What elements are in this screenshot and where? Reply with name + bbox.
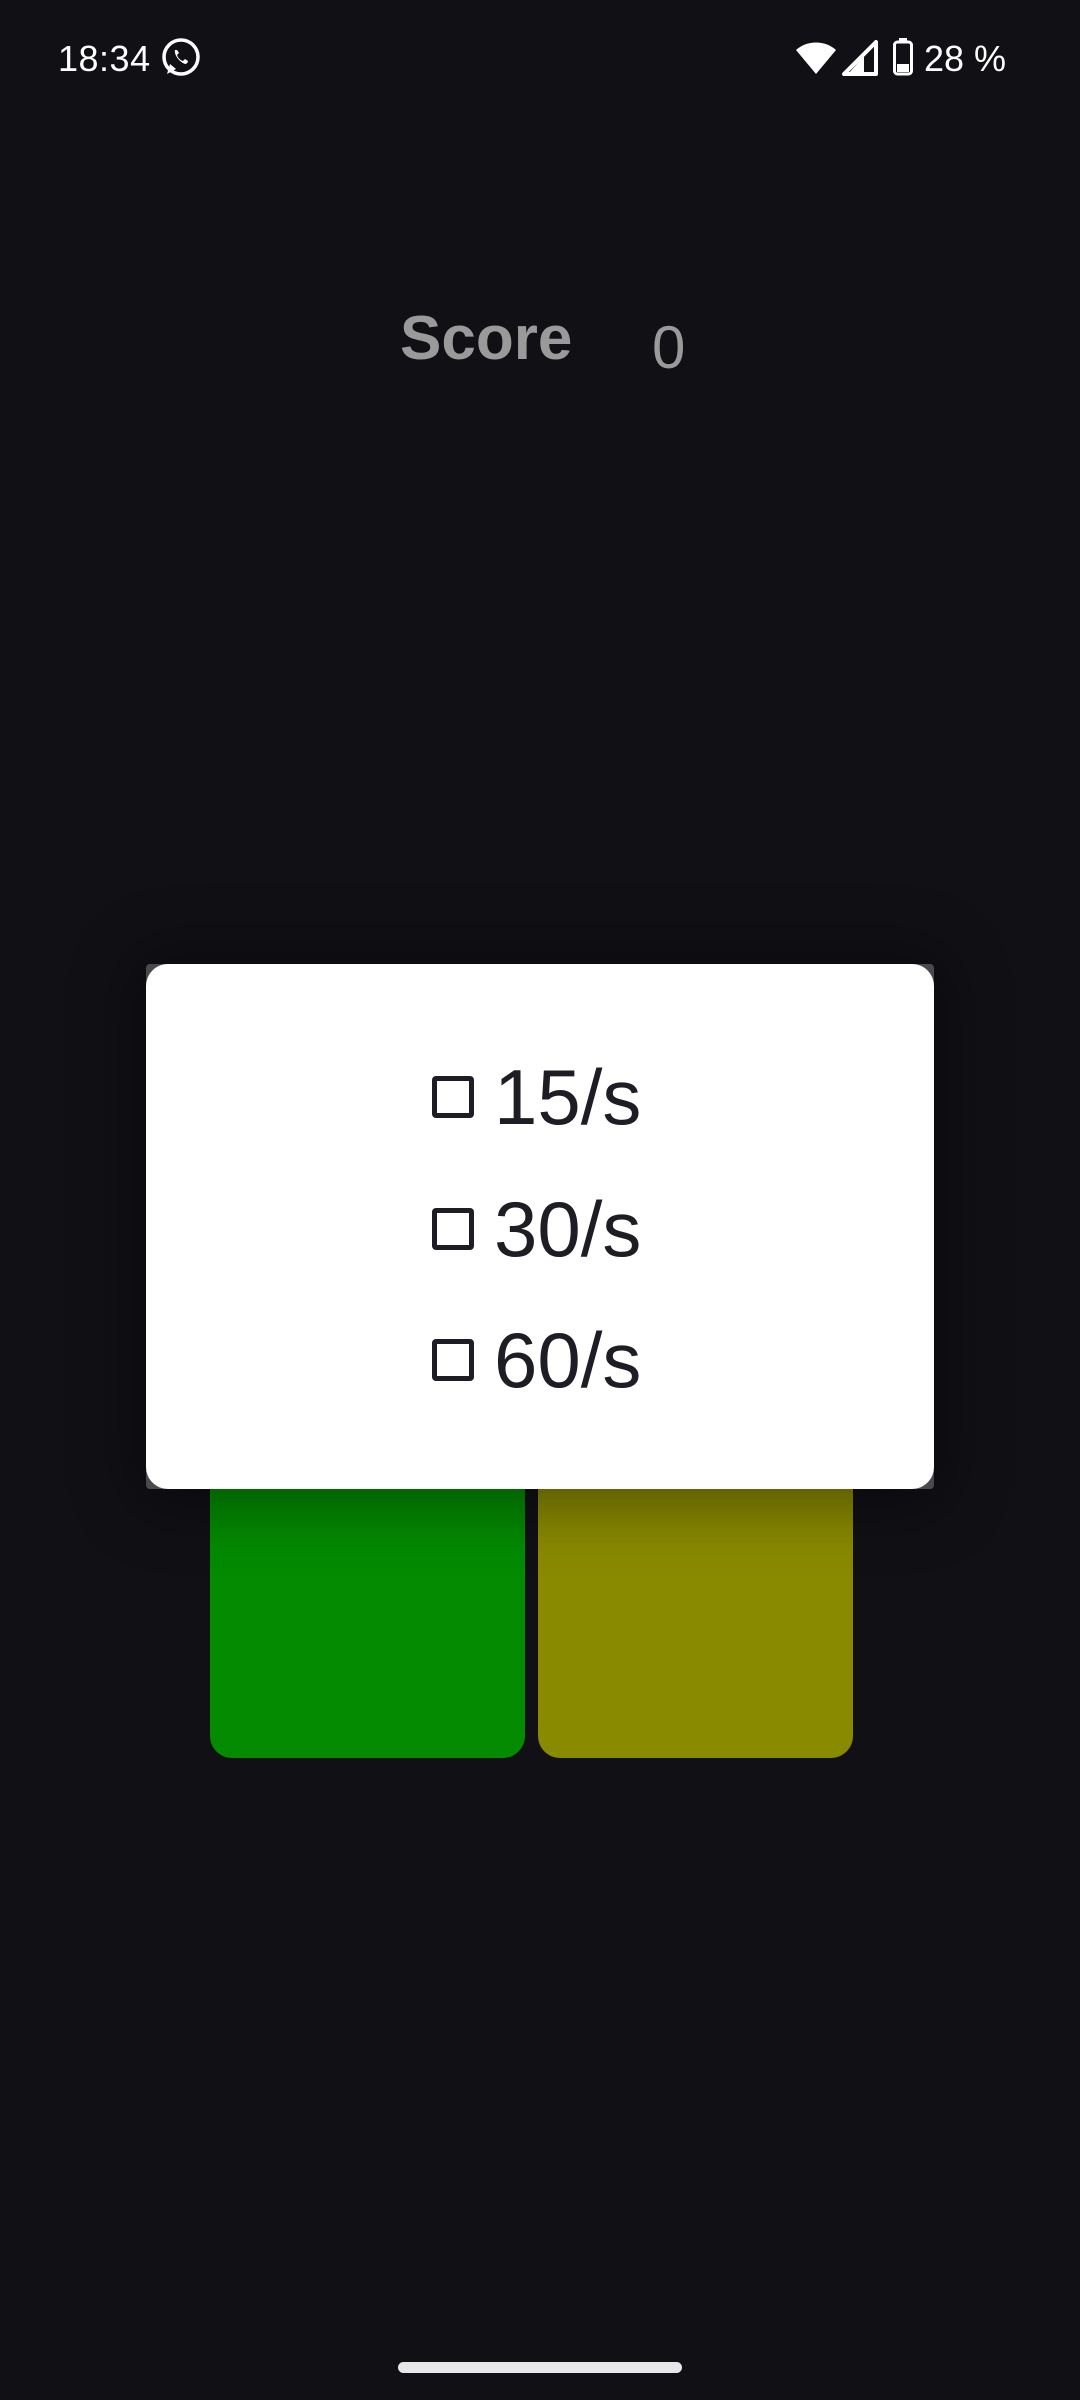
option-60-per-second[interactable]: 60/s — [432, 1310, 641, 1410]
option-label: 30/s — [494, 1184, 642, 1273]
status-bar: 18:34 28 % — [0, 0, 1080, 120]
checkbox-icon[interactable] — [432, 1339, 474, 1381]
whatsapp-icon — [162, 38, 200, 76]
checkbox-icon[interactable] — [432, 1208, 474, 1250]
option-30-per-second[interactable]: 30/s — [432, 1179, 641, 1279]
option-15-per-second[interactable]: 15/s — [432, 1047, 641, 1147]
score-label: Score — [400, 304, 573, 373]
battery-icon — [893, 38, 913, 76]
game-screen: 18:34 28 % Score 0 15/s 30/s 60/s — [0, 0, 1080, 2400]
wifi-icon — [796, 42, 836, 74]
option-label: 60/s — [494, 1315, 642, 1404]
option-label: 15/s — [494, 1052, 642, 1141]
battery-percentage: 28 % — [924, 38, 1007, 79]
gesture-nav-handle[interactable] — [398, 2362, 682, 2373]
clock: 18:34 — [58, 38, 151, 79]
checkbox-icon[interactable] — [432, 1076, 474, 1118]
signal-icon — [842, 40, 878, 76]
score-value: 0 — [652, 314, 686, 381]
